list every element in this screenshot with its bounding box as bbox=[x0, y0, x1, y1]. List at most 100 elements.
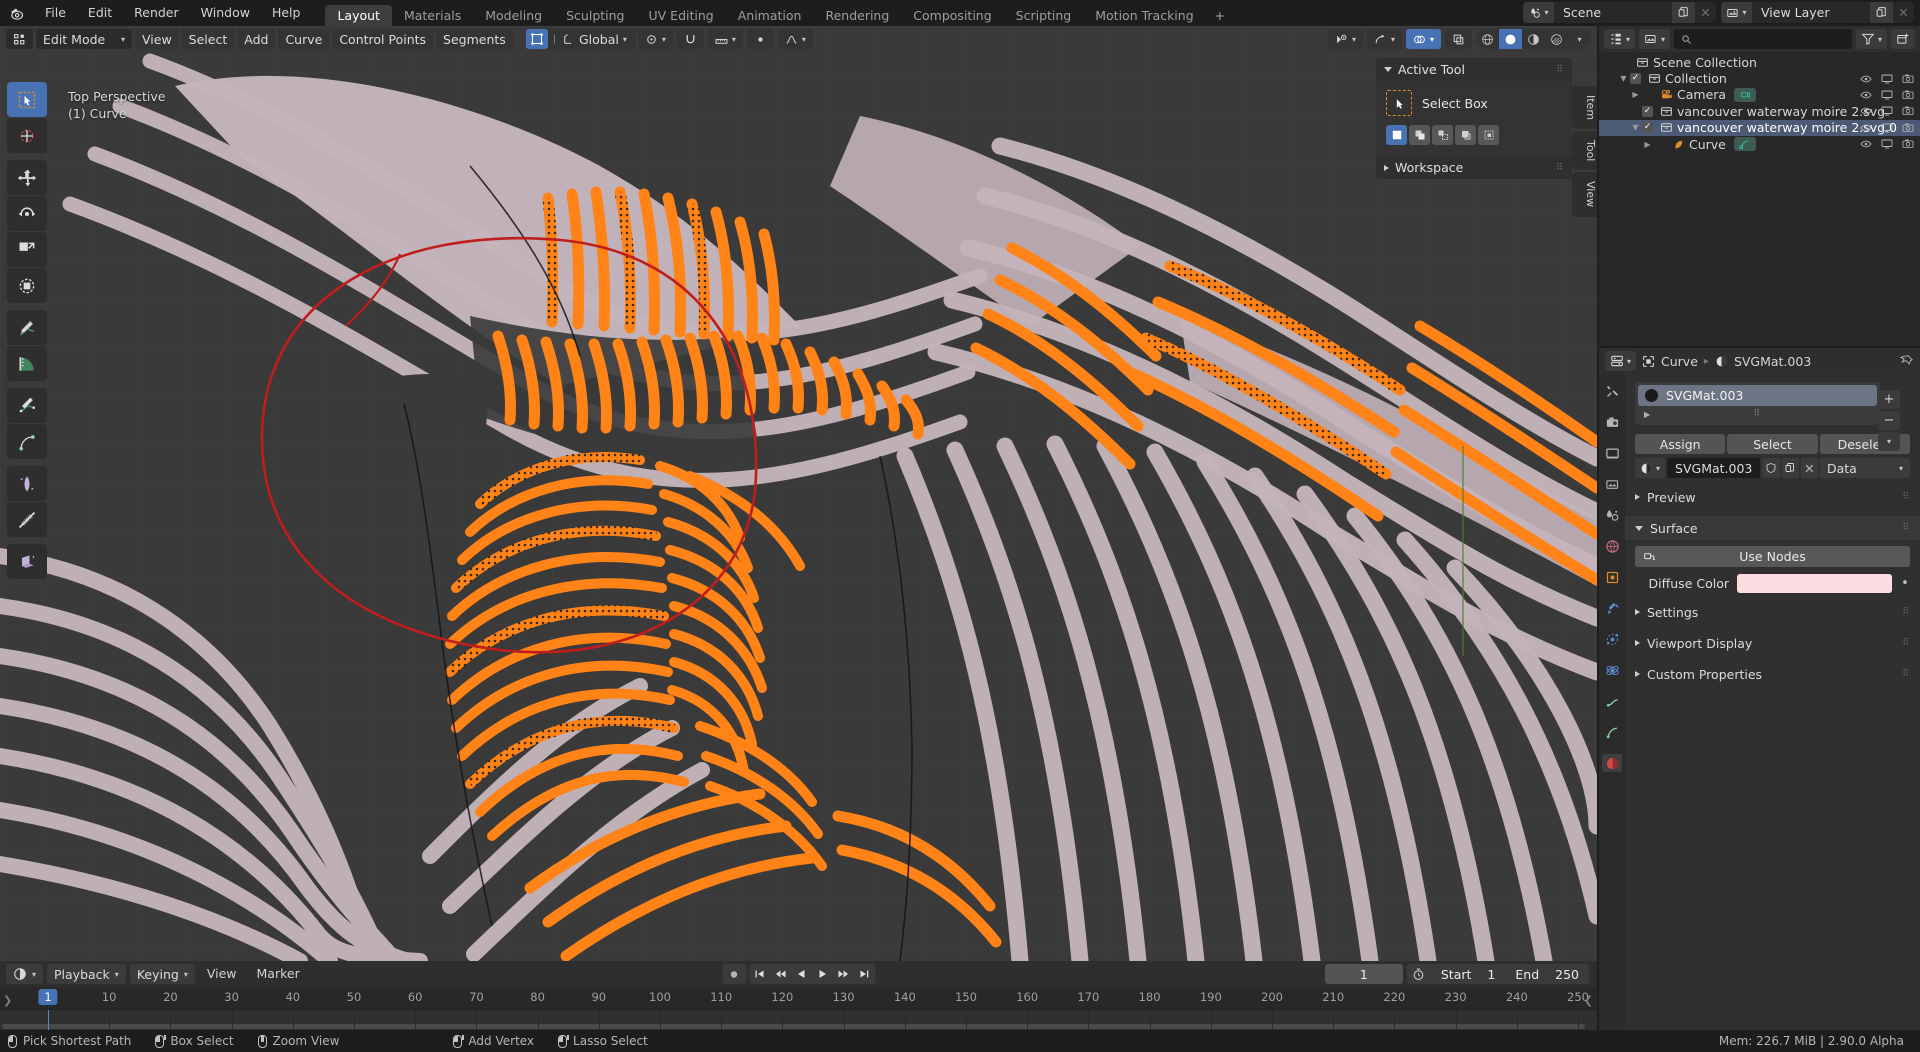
gizmo-toggle[interactable]: ▾ bbox=[1366, 29, 1402, 49]
modifier-tab[interactable] bbox=[1602, 599, 1622, 617]
pivot-point-selector[interactable]: ▾ bbox=[637, 29, 673, 49]
viewport-canvas[interactable] bbox=[0, 26, 1597, 961]
timeline-marker-menu[interactable]: Marker bbox=[249, 964, 308, 984]
sidebar-tab-tool[interactable]: Tool bbox=[1572, 131, 1597, 171]
tilt-tool[interactable] bbox=[7, 502, 47, 537]
workspace-tab-compositing[interactable]: Compositing bbox=[901, 5, 1003, 26]
select-intersect-mode-icon[interactable] bbox=[1478, 125, 1499, 145]
jump-to-next-keyframe-icon[interactable] bbox=[833, 964, 854, 984]
workspace-tab-animation[interactable]: Animation bbox=[726, 5, 814, 26]
disclosure-triangle-right-icon[interactable]: ▶ bbox=[1641, 140, 1654, 149]
hide-in-viewport-icon[interactable] bbox=[1860, 138, 1872, 150]
keying-menu[interactable]: Keying ▾ bbox=[129, 964, 195, 984]
auto-keying-record-button[interactable] bbox=[722, 964, 746, 984]
stopwatch-icon[interactable] bbox=[1407, 968, 1431, 981]
radius-tool[interactable] bbox=[7, 466, 47, 501]
outliner-row[interactable]: Scene Collection bbox=[1599, 54, 1920, 70]
xray-toggle[interactable] bbox=[1445, 29, 1472, 49]
hide-in-viewport-icon[interactable] bbox=[1860, 73, 1872, 85]
transform-tool[interactable] bbox=[7, 268, 47, 303]
move-tool[interactable] bbox=[7, 160, 47, 195]
tool-tab[interactable] bbox=[1602, 382, 1622, 400]
object-tab[interactable] bbox=[1602, 568, 1622, 586]
outliner-row-label[interactable]: vancouver waterway moire 2.svg bbox=[1677, 104, 1885, 119]
animate-property-dot-icon[interactable]: • bbox=[1900, 576, 1910, 591]
shading-wireframe-icon[interactable] bbox=[1476, 29, 1499, 49]
material-name-field[interactable]: SVGMat.003 bbox=[1667, 458, 1761, 478]
play-icon[interactable] bbox=[812, 964, 833, 984]
disable-in-renders-icon[interactable] bbox=[1902, 105, 1914, 117]
current-frame-indicator[interactable]: 1 bbox=[38, 989, 58, 1005]
duplicate-material-button[interactable] bbox=[1781, 458, 1799, 478]
breadcrumb-object-label[interactable]: Curve bbox=[1661, 354, 1698, 369]
shading-rendered-icon[interactable] bbox=[1545, 29, 1568, 49]
workspace-tab-layout[interactable]: Layout bbox=[325, 5, 392, 26]
proportional-editing-toggle[interactable] bbox=[746, 29, 774, 49]
assign-button[interactable]: Assign bbox=[1635, 434, 1726, 454]
3d-viewport[interactable]: Edit Mode ▾ View Select Add Curve Control Po… bbox=[0, 26, 1597, 961]
material-link-selector[interactable]: Data ▾ bbox=[1819, 458, 1911, 478]
viewport-display-panel-header[interactable]: Viewport Display ⠿ bbox=[1635, 631, 1910, 655]
viewport-menu-segments[interactable]: Segments bbox=[436, 29, 513, 49]
select-subtract-mode-icon[interactable] bbox=[1432, 125, 1453, 145]
use-nodes-button[interactable]: Use Nodes bbox=[1635, 546, 1910, 567]
disable-in-renders-icon[interactable] bbox=[1902, 89, 1914, 101]
unlink-scene-button[interactable]: ✕ bbox=[1695, 2, 1716, 23]
play-reverse-icon[interactable] bbox=[791, 964, 812, 984]
viewport-menu-select[interactable]: Select bbox=[181, 29, 235, 49]
current-frame-field[interactable]: 1 bbox=[1324, 964, 1403, 984]
topbar-menu-file[interactable]: File bbox=[34, 0, 77, 26]
hide-in-viewport-icon[interactable] bbox=[1860, 89, 1872, 101]
rotate-tool[interactable] bbox=[7, 196, 47, 231]
scale-tool[interactable] bbox=[7, 232, 47, 267]
hide-in-viewport-icon[interactable] bbox=[1860, 122, 1872, 134]
disclosure-triangle-right-icon[interactable]: ▶ bbox=[1629, 90, 1642, 99]
viewport-menu-control-points[interactable]: Control Points bbox=[332, 29, 434, 49]
timeline-expand-left-arrow-icon[interactable]: ❯ bbox=[3, 994, 12, 1007]
curve-data-icon[interactable] bbox=[1733, 137, 1756, 152]
transform-orientation-selector[interactable]: Global ▾ bbox=[555, 29, 634, 49]
collection-checkbox[interactable]: ✓ bbox=[1642, 122, 1653, 134]
material-slot-menu-button[interactable]: ▾ bbox=[1878, 432, 1900, 451]
surface-panel-header[interactable]: Surface ⠿ bbox=[1625, 516, 1920, 540]
shading-material-preview-icon[interactable] bbox=[1522, 29, 1545, 49]
timeline-view-menu[interactable]: View bbox=[199, 964, 245, 984]
add-material-slot-button[interactable]: + bbox=[1878, 390, 1900, 409]
select-extend-mode-icon[interactable] bbox=[1409, 125, 1430, 145]
disclosure-triangle-down-icon[interactable]: ▼ bbox=[1617, 74, 1630, 83]
topbar-menu-render[interactable]: Render bbox=[123, 0, 190, 26]
scene-tab[interactable] bbox=[1602, 506, 1622, 524]
outliner-filter-button[interactable]: ▾ bbox=[1855, 29, 1887, 49]
cursor-tool[interactable] bbox=[7, 118, 47, 153]
disable-in-viewports-icon[interactable] bbox=[1881, 105, 1893, 117]
workspace-tab-rendering[interactable]: Rendering bbox=[813, 5, 901, 26]
render-tab[interactable] bbox=[1602, 413, 1622, 431]
new-scene-button[interactable] bbox=[1672, 2, 1695, 23]
topbar-menu-help[interactable]: Help bbox=[261, 0, 312, 26]
scene-name[interactable]: Scene bbox=[1554, 2, 1672, 23]
disable-in-viewports-icon[interactable] bbox=[1881, 89, 1893, 101]
viewport-menu-curve[interactable]: Curve bbox=[278, 29, 330, 49]
viewport-menu-view[interactable]: View bbox=[135, 29, 179, 49]
extrude-curve-tool[interactable] bbox=[7, 424, 47, 459]
new-view-layer-button[interactable] bbox=[1870, 2, 1893, 23]
output-tab[interactable] bbox=[1602, 444, 1622, 462]
outliner-row[interactable]: ▶ Camera bbox=[1599, 87, 1920, 103]
outliner-row[interactable]: ✓ vancouver waterway moire 2.svg bbox=[1599, 103, 1920, 119]
jump-to-prev-keyframe-icon[interactable] bbox=[770, 964, 791, 984]
workspace-tab-uv-editing[interactable]: UV Editing bbox=[637, 5, 726, 26]
outliner-row[interactable]: ▼ ✓ vancouver waterway moire 2.svg.0 bbox=[1599, 119, 1920, 136]
collection-checkbox[interactable]: ✓ bbox=[1630, 73, 1641, 85]
outliner-row-label[interactable]: Curve bbox=[1689, 137, 1726, 152]
disable-in-viewports-icon[interactable] bbox=[1881, 122, 1893, 134]
workspace-tab-materials[interactable]: Materials bbox=[392, 5, 473, 26]
outliner-row-label[interactable]: Collection bbox=[1665, 71, 1727, 86]
camera-data-icon[interactable] bbox=[1734, 87, 1757, 102]
breadcrumb-material-label[interactable]: SVGMat.003 bbox=[1734, 354, 1811, 369]
outliner-editor[interactable]: ▾ ▾ ▾ Scene Collection ▼ ✓ Collection ▶ Camer… bbox=[1599, 26, 1920, 346]
timeline-ruler[interactable]: 1 10 20 30 40 50 60 70 80 90 100 110 120 130 140 150 160… bbox=[0, 987, 1597, 1009]
add-workspace-button[interactable]: + bbox=[1206, 5, 1234, 26]
view-layer-name[interactable]: View Layer bbox=[1752, 2, 1870, 23]
select-invert-mode-icon[interactable] bbox=[1455, 125, 1476, 145]
outliner-filter-scene-selector[interactable]: ▾ bbox=[1639, 29, 1671, 49]
